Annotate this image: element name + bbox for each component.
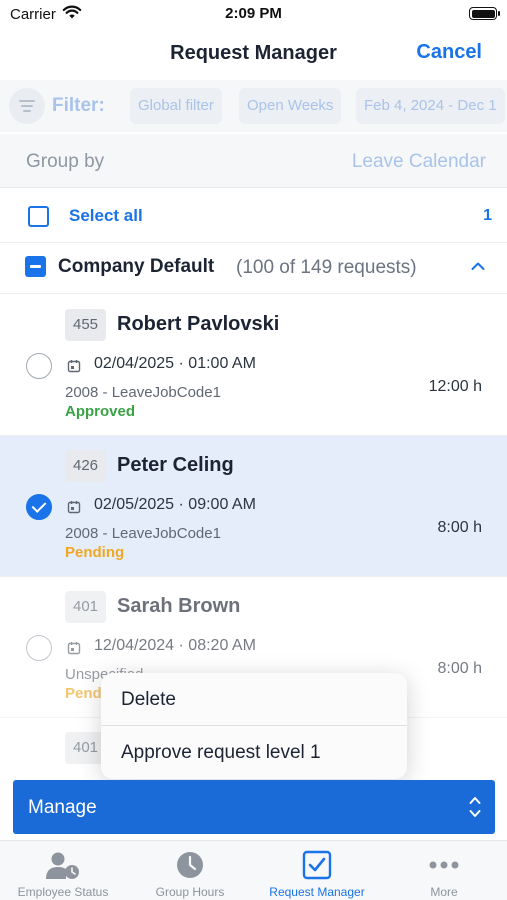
- status-bar: Carrier 2:09 PM: [0, 0, 507, 30]
- group-by-label: Group by: [26, 151, 105, 172]
- tab-label: Group Hours: [155, 885, 225, 899]
- request-select-radio[interactable]: [26, 353, 52, 379]
- status-approved: Approved: [65, 403, 136, 420]
- up-down-chevron-icon: [469, 797, 481, 817]
- employee-name: Robert Pavlovski: [117, 313, 280, 335]
- group-by-value[interactable]: Leave Calendar: [352, 151, 486, 173]
- battery-icon: [469, 7, 500, 20]
- calendar-icon: [67, 642, 81, 655]
- tab-employee-status[interactable]: Employee Status: [0, 841, 126, 900]
- filter-label: Filter:: [52, 95, 105, 116]
- tab-more[interactable]: More: [381, 841, 507, 900]
- tab-group-hours[interactable]: Group Hours: [127, 841, 253, 900]
- calendar-icon: [67, 360, 81, 373]
- request-hours: 8:00 h: [437, 519, 482, 536]
- employee-id-badge: 426: [65, 450, 107, 482]
- filter-bar: Filter: Global filter Open Weeks Feb 4, …: [0, 80, 507, 132]
- tab-bar: Employee Status Group Hours Request Mana…: [0, 840, 507, 900]
- request-datetime: 12/04/2024 · 08:20 AM: [94, 637, 256, 654]
- navigation-bar: Request Manager Cancel: [0, 30, 507, 80]
- clock-icon: [177, 852, 203, 878]
- tab-label: Request Manager: [269, 885, 365, 899]
- employee-id-badge: 455: [65, 309, 107, 341]
- group-request-count: (100 of 149 requests): [236, 257, 417, 278]
- more-dots-icon: [429, 861, 459, 869]
- request-select-radio-checked[interactable]: [26, 494, 52, 520]
- request-datetime: 02/04/2025 · 01:00 AM: [94, 355, 256, 372]
- request-hours: 8:00 h: [437, 660, 482, 677]
- tab-request-manager[interactable]: Request Manager: [254, 841, 380, 900]
- employee-name: Sarah Brown: [117, 595, 241, 617]
- select-all-checkbox[interactable]: [28, 206, 49, 227]
- filter-chip-date-range[interactable]: Feb 4, 2024 - Dec 1: [356, 88, 505, 124]
- chevron-up-icon[interactable]: [471, 261, 485, 271]
- job-code: 2008 - LeaveJobCode1: [65, 525, 221, 542]
- group-name: Company Default: [58, 256, 215, 277]
- tab-label: More: [430, 885, 458, 899]
- group-header[interactable]: Company Default (100 of 149 requests): [0, 244, 507, 294]
- status-pending: Pending: [65, 544, 125, 561]
- request-datetime: 02/05/2025 · 09:00 AM: [94, 496, 256, 513]
- checkbox-icon: [302, 850, 332, 880]
- employee-status-icon: [46, 852, 79, 879]
- employee-id-badge: 401: [65, 591, 107, 623]
- request-item[interactable]: 455 Robert Pavlovski 02/04/2025 · 01:00 …: [0, 295, 507, 436]
- manage-label: Manage: [28, 797, 97, 818]
- group-partial-checkbox[interactable]: [25, 256, 46, 277]
- filter-chip-global[interactable]: Global filter: [130, 88, 222, 124]
- cancel-button[interactable]: Cancel: [416, 41, 482, 64]
- job-code: 2008 - LeaveJobCode1: [65, 384, 221, 401]
- menu-item-delete[interactable]: Delete: [101, 673, 407, 726]
- clock-time: 2:09 PM: [225, 5, 282, 22]
- selected-count: 1: [483, 207, 492, 224]
- employee-id-badge: 401: [65, 732, 107, 764]
- group-by-row[interactable]: Group by Leave Calendar: [0, 134, 507, 188]
- filter-icon[interactable]: [9, 88, 45, 124]
- manage-context-menu: Delete Approve request level 1: [101, 673, 407, 779]
- request-item[interactable]: 426 Peter Celing 02/05/2025 · 09:00 AM 2…: [0, 436, 507, 577]
- manage-button[interactable]: Manage: [13, 780, 495, 834]
- filter-chip-open-weeks[interactable]: Open Weeks: [239, 88, 342, 124]
- tab-label: Employee Status: [17, 885, 109, 899]
- select-all-label[interactable]: Select all: [69, 206, 143, 226]
- select-all-row[interactable]: Select all 1: [0, 189, 507, 243]
- calendar-icon: [67, 501, 81, 514]
- request-select-radio[interactable]: [26, 635, 52, 661]
- employee-name: Peter Celing: [117, 454, 234, 476]
- menu-item-approve-level-1[interactable]: Approve request level 1: [101, 726, 407, 779]
- request-hours: 12:00 h: [428, 378, 482, 395]
